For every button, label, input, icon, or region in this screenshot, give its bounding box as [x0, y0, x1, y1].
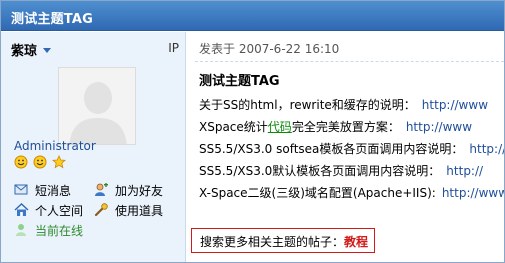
post-line: SS5.5/XS3.0 softsea模板各页面调用内容说明： http://w: [199, 140, 504, 160]
chevron-down-icon[interactable]: [42, 48, 51, 53]
home-icon: [14, 203, 29, 217]
personal-space-label: 个人空间: [35, 204, 84, 218]
default-avatar-icon: [59, 68, 135, 144]
online-status: 当前在线: [14, 222, 83, 240]
add-friend-button[interactable]: 加为好友: [94, 182, 163, 200]
post-line-link[interactable]: http://: [446, 164, 483, 178]
smiley-icon: [33, 155, 47, 172]
post-line: X-Space二级(三级)域名配置(Apache+IIS): http://www: [199, 184, 504, 204]
tool-icon: [94, 203, 109, 217]
message-icon: [14, 183, 29, 197]
post-line-text: SS5.5/XS3.0默认模板各页面调用内容说明：: [199, 164, 441, 178]
personal-space-button[interactable]: 个人空间: [14, 202, 83, 220]
send-message-label: 短消息: [35, 184, 72, 198]
post-line-text: 关于SS的html，rewrite和缓存的说明：: [199, 98, 416, 112]
avatar: [58, 67, 136, 145]
smiley-icon: [14, 155, 28, 172]
post-title: 测试主题TAG: [199, 74, 280, 89]
post-line: XSpace统计代码完全完美放置方案： http://www: [199, 118, 472, 138]
use-tools-label: 使用道具: [115, 204, 164, 218]
online-user-icon: [14, 223, 29, 237]
post-content: 发表于 2007-6-22 16:10 测试主题TAG 关于SS的html，re…: [187, 32, 504, 262]
window-title: 测试主题TAG: [11, 12, 93, 27]
username-row[interactable]: 紫琼: [11, 40, 51, 59]
post-line-text: SS5.5/XS3.0 softsea模板各页面调用内容说明：: [199, 142, 464, 156]
related-search-box: 搜索更多相关主题的帖子：教程: [191, 228, 375, 253]
post-timestamp: 发表于 2007-6-22 16:10: [199, 42, 340, 56]
related-search-label: 搜索更多相关主题的帖子：: [200, 235, 345, 249]
post-line-link[interactable]: http://www: [442, 186, 504, 200]
post-line: SS5.5/XS3.0默认模板各页面调用内容说明： http://: [199, 162, 483, 182]
ip-link[interactable]: IP: [168, 41, 179, 55]
post-body: 紫琼 IP Administrator 短消息 加为好友 个人空间 使用道具 当…: [1, 32, 504, 262]
post-line-link[interactable]: http://w: [469, 142, 504, 156]
username[interactable]: 紫琼: [11, 44, 37, 59]
add-friend-icon: [94, 183, 109, 197]
post-line-text: 完全完美放置方案：: [291, 120, 400, 134]
online-status-label: 当前在线: [35, 224, 84, 238]
add-friend-label: 加为好友: [115, 184, 164, 198]
code-link[interactable]: 代码: [268, 120, 292, 134]
post-line-link[interactable]: http://www: [422, 98, 488, 112]
post-line-link[interactable]: http://www: [406, 120, 472, 134]
related-search-keyword[interactable]: 教程: [344, 235, 368, 249]
user-role: Administrator: [14, 139, 96, 153]
star-icon: [51, 155, 66, 172]
post-divider: [195, 61, 504, 62]
post-window: 测试主题TAG 紫琼 IP Administrator 短消息 加为好友 个人空…: [0, 0, 505, 263]
send-message-button[interactable]: 短消息: [14, 182, 71, 200]
post-line-text: XSpace统计: [199, 120, 268, 134]
user-badges: [14, 155, 67, 173]
post-line-text: X-Space二级(三级)域名配置(Apache+IIS):: [199, 186, 436, 200]
author-sidebar: 紫琼 IP Administrator 短消息 加为好友 个人空间 使用道具 当…: [1, 32, 186, 262]
post-line: 关于SS的html，rewrite和缓存的说明： http://www: [199, 96, 488, 116]
title-bar: 测试主题TAG: [1, 1, 504, 31]
use-tools-button[interactable]: 使用道具: [94, 202, 163, 220]
